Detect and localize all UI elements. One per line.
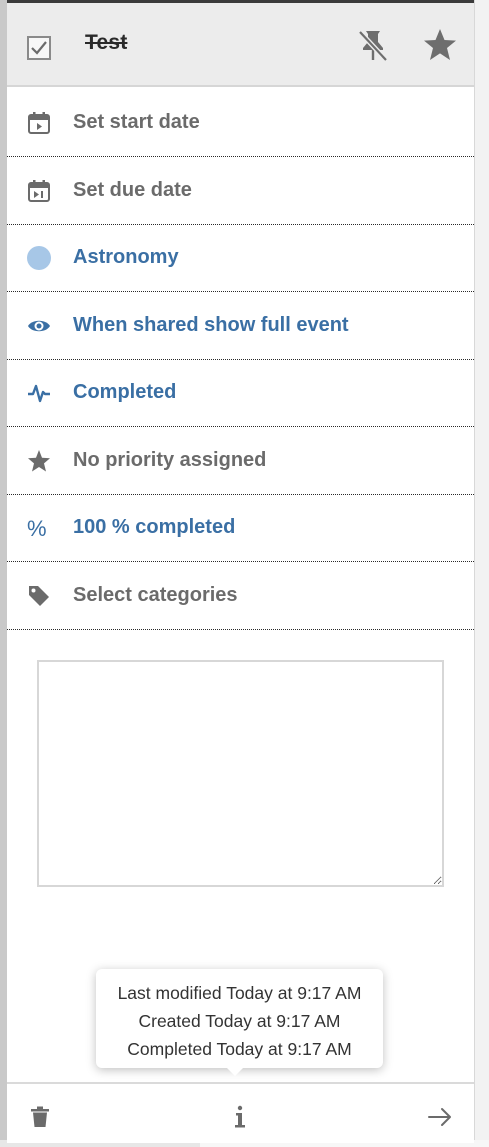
arrow-right-icon[interactable]	[427, 1104, 453, 1130]
info-tooltip: Last modified Today at 9:17 AM Created T…	[96, 969, 383, 1076]
complete-checkbox[interactable]	[27, 36, 51, 60]
circle-icon	[27, 246, 51, 270]
unpin-icon[interactable]	[355, 27, 391, 63]
last-modified-text: Last modified Today at 9:17 AM	[117, 983, 362, 1003]
percent-complete-row[interactable]: % 100 % completed	[7, 494, 474, 562]
panel-footer	[7, 1082, 474, 1143]
calendar-due-icon	[28, 180, 50, 202]
trash-icon[interactable]	[27, 1104, 53, 1130]
notes-textarea[interactable]	[37, 660, 444, 887]
status-row[interactable]: Completed	[7, 359, 474, 427]
info-icon[interactable]	[227, 1104, 253, 1130]
tag-icon	[29, 586, 49, 606]
set-due-date-label: Set due date	[73, 179, 192, 201]
task-detail-panel: Test Set start date Set due date Astrono…	[7, 0, 474, 1143]
created-text: Created Today at 9:17 AM	[138, 1011, 341, 1031]
status-label: Completed	[73, 381, 177, 403]
completed-text: Completed Today at 9:17 AM	[127, 1039, 352, 1059]
calendar-row[interactable]: Astronomy	[7, 224, 474, 292]
set-start-date-label: Set start date	[73, 111, 200, 133]
set-due-date-row[interactable]: Set due date	[7, 157, 474, 225]
priority-label: No priority assigned	[73, 449, 267, 471]
star-icon	[28, 450, 50, 472]
checkmark-icon	[31, 41, 47, 55]
sharing-label: When shared show full event	[73, 314, 349, 336]
percent-icon: %	[27, 516, 47, 540]
priority-row[interactable]: No priority assigned	[7, 427, 474, 495]
star-icon[interactable]	[422, 27, 458, 63]
eye-icon	[28, 320, 50, 332]
svg-text:%: %	[27, 516, 47, 540]
activity-icon	[28, 384, 50, 403]
percent-complete-label: 100 % completed	[73, 516, 236, 538]
categories-label: Select categories	[73, 584, 238, 606]
set-start-date-row[interactable]: Set start date	[7, 89, 474, 157]
sharing-row[interactable]: When shared show full event	[7, 292, 474, 360]
task-header: Test	[7, 3, 474, 87]
side-scroll-area	[474, 0, 489, 1147]
calendar-label: Astronomy	[73, 246, 179, 268]
task-title[interactable]: Test	[85, 31, 127, 55]
calendar-start-icon	[28, 112, 50, 134]
categories-row[interactable]: Select categories	[7, 562, 474, 630]
